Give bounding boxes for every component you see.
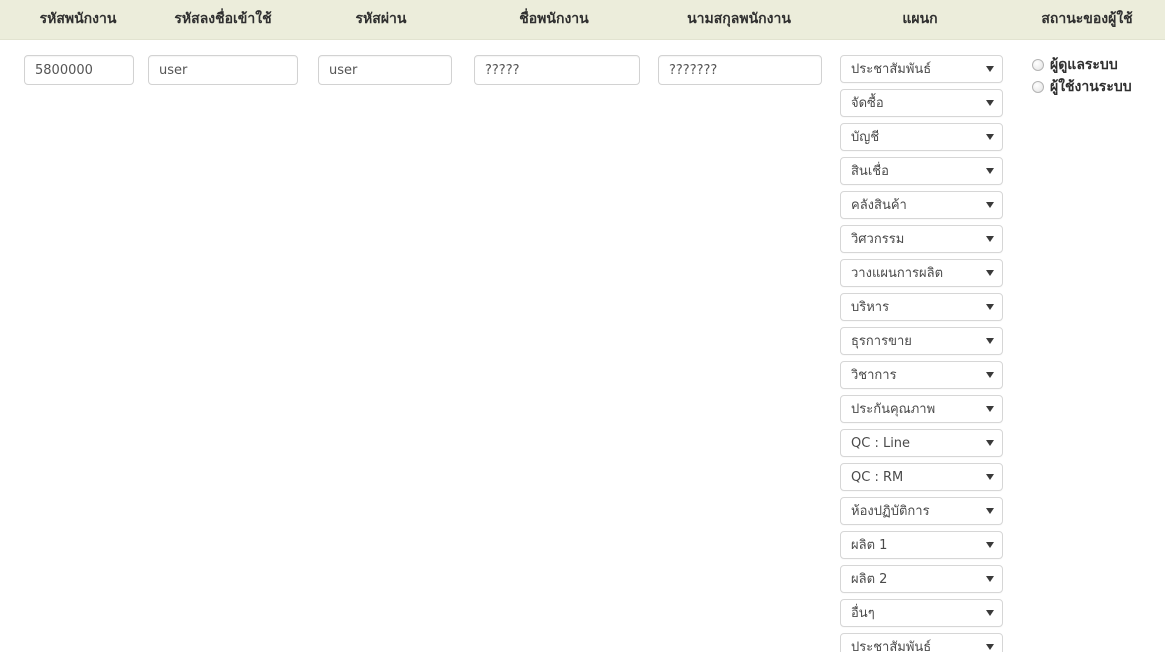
table-body: ประชาสัมพันธ์จัดซื้อบัญชีสินเชื่อคลังสิน… (0, 41, 1165, 652)
department-select[interactable]: สินเชื่อ (840, 157, 1003, 185)
department-select-wrapper: ประกันคุณภาพ (840, 395, 1003, 423)
department-select-wrapper: ธุรการขาย (840, 327, 1003, 355)
user-status-radio-label: ผู้ดูแลระบบ (1050, 57, 1118, 73)
user-status-radio-group: ผู้ดูแลระบบผู้ใช้งานระบบ (1032, 55, 1160, 99)
table-header-row: รหัสพนักงาน รหัสลงชื่อเข้าใช้ รหัสผ่าน ช… (0, 0, 1165, 40)
department-select-wrapper: QC : Line (840, 429, 1003, 457)
department-select[interactable]: ห้องปฏิบัติการ (840, 497, 1003, 525)
department-select[interactable]: ประกันคุณภาพ (840, 395, 1003, 423)
department-select-wrapper: คลังสินค้า (840, 191, 1003, 219)
password-input[interactable] (318, 55, 452, 85)
department-select[interactable]: ผลิต 2 (840, 565, 1003, 593)
department-select-wrapper: QC : RM (840, 463, 1003, 491)
department-select[interactable]: วางแผนการผลิต (840, 259, 1003, 287)
column-header-password: รหัสผ่าน (355, 11, 407, 27)
department-select[interactable]: วิศวกรรม (840, 225, 1003, 253)
department-select-wrapper: บริหาร (840, 293, 1003, 321)
department-select-wrapper: อื่นๆ (840, 599, 1003, 627)
department-select[interactable]: ประชาสัมพันธ์ (840, 633, 1003, 652)
department-select[interactable]: บริหาร (840, 293, 1003, 321)
department-select[interactable]: QC : Line (840, 429, 1003, 457)
user-status-radio-label: ผู้ใช้งานระบบ (1050, 79, 1132, 95)
employee-code-input[interactable] (24, 55, 134, 85)
department-select[interactable]: จัดซื้อ (840, 89, 1003, 117)
department-select[interactable]: คลังสินค้า (840, 191, 1003, 219)
department-select-wrapper: ผลิต 2 (840, 565, 1003, 593)
department-select-wrapper: วิศวกรรม (840, 225, 1003, 253)
login-username-input[interactable] (148, 55, 298, 85)
column-header-employee-code: รหัสพนักงาน (39, 11, 117, 27)
column-header-user-status: สถานะของผู้ใช้ (1041, 11, 1133, 27)
department-select-wrapper: วางแผนการผลิต (840, 259, 1003, 287)
department-select[interactable]: ธุรการขาย (840, 327, 1003, 355)
department-select[interactable]: วิชาการ (840, 361, 1003, 389)
user-status-radio-row[interactable]: ผู้ดูแลระบบ (1032, 55, 1160, 75)
department-select-wrapper: บัญชี (840, 123, 1003, 151)
department-select[interactable]: ประชาสัมพันธ์ (840, 55, 1003, 83)
column-header-login-username: รหัสลงชื่อเข้าใช้ (174, 11, 272, 27)
column-header-department: แผนก (902, 11, 938, 27)
radio-button-icon[interactable] (1032, 81, 1044, 93)
department-select[interactable]: QC : RM (840, 463, 1003, 491)
last-name-input[interactable] (658, 55, 822, 85)
department-select-wrapper: ประชาสัมพันธ์ (840, 55, 1003, 83)
column-header-first-name: ชื่อพนักงาน (519, 11, 589, 27)
department-select-wrapper: ห้องปฏิบัติการ (840, 497, 1003, 525)
department-select-wrapper: จัดซื้อ (840, 89, 1003, 117)
department-select-wrapper: ผลิต 1 (840, 531, 1003, 559)
department-select[interactable]: บัญชี (840, 123, 1003, 151)
user-status-radio-row[interactable]: ผู้ใช้งานระบบ (1032, 77, 1160, 97)
department-select[interactable]: ผลิต 1 (840, 531, 1003, 559)
employee-registration-page: รหัสพนักงาน รหัสลงชื่อเข้าใช้ รหัสผ่าน ช… (0, 0, 1165, 652)
department-select-wrapper: สินเชื่อ (840, 157, 1003, 185)
radio-button-icon[interactable] (1032, 59, 1044, 71)
first-name-input[interactable] (474, 55, 640, 85)
department-select-wrapper: ประชาสัมพันธ์ (840, 633, 1003, 652)
department-select-wrapper: วิชาการ (840, 361, 1003, 389)
department-select[interactable]: อื่นๆ (840, 599, 1003, 627)
column-header-last-name: นามสกุลพนักงาน (687, 11, 791, 27)
department-select-column: ประชาสัมพันธ์ จัดซื้อ บัญชี สินเชื่อ คลังสิน… (840, 55, 1003, 652)
